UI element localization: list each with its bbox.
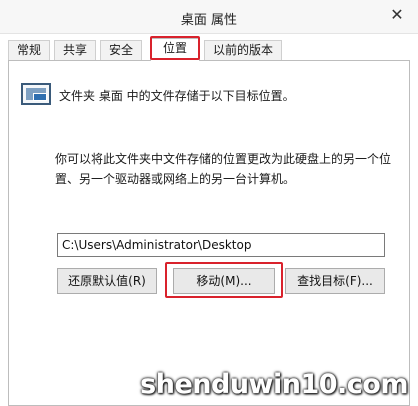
watermark: shenduwin10.com <box>140 369 408 400</box>
tab-security[interactable]: 安全 <box>100 40 142 60</box>
tab-previous-versions[interactable]: 以前的版本 <box>204 40 282 60</box>
tab-location[interactable]: 位置 <box>150 38 200 61</box>
location-description: 文件夹 桌面 中的文件存储于以下目标位置。 <box>59 89 295 103</box>
find-target-button[interactable]: 查找目标(F)... <box>285 268 385 294</box>
close-icon: ✕ <box>390 4 404 24</box>
move-button[interactable]: 移动(M)... <box>173 268 275 294</box>
location-panel: 文件夹 桌面 中的文件存储于以下目标位置。 你可以将此文件夹中文件存储的位置更改… <box>8 60 410 406</box>
tab-general[interactable]: 常规 <box>8 40 50 60</box>
tab-sharing[interactable]: 共享 <box>54 40 96 60</box>
path-input[interactable] <box>57 233 385 257</box>
location-info-text: 你可以将此文件夹中文件存储的位置更改为此硬盘上的另一个位置、另一个驱动器或网络上… <box>55 152 392 186</box>
tab-bar: 常规 共享 安全 位置 以前的版本 <box>8 38 410 61</box>
title-bar: 桌面 属性 ✕ <box>0 0 418 34</box>
restore-default-button[interactable]: 还原默认值(R) <box>57 268 157 294</box>
desktop-folder-icon <box>21 83 51 105</box>
close-button[interactable]: ✕ <box>382 2 412 26</box>
window-title: 桌面 属性 <box>180 13 238 28</box>
